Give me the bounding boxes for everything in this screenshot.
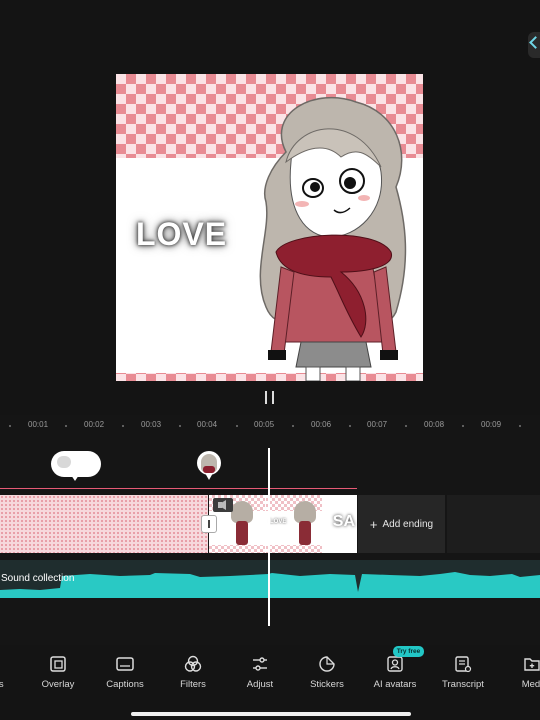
ruler-dot xyxy=(519,425,521,427)
audio-track[interactable] xyxy=(0,560,540,598)
clip-end-text: SA xyxy=(332,513,355,530)
adjust-icon xyxy=(251,655,269,673)
toolbar-item-ai-avatars[interactable]: AI avatars xyxy=(360,655,430,690)
sheep-sticker-icon xyxy=(57,456,71,468)
transition-icon xyxy=(208,520,210,528)
toolbar-item-label: Filters xyxy=(180,679,206,690)
ruler-label: 00:09 xyxy=(481,420,502,429)
toolbar-item-label: ts xyxy=(0,679,4,690)
video-clip-1[interactable] xyxy=(0,495,208,553)
ruler-dot xyxy=(179,425,181,427)
ruler-label: 00:01 xyxy=(28,420,49,429)
toolbar-item-transcript[interactable]: Transcript xyxy=(428,655,498,690)
thumb-text: LOVE xyxy=(270,519,287,525)
ruler-label: 00:04 xyxy=(197,420,218,429)
thumb-body xyxy=(236,521,248,545)
sticker-keyframe-cloud[interactable] xyxy=(51,451,101,481)
mute-clip-button[interactable] xyxy=(213,498,233,512)
toolbar-item-label: Medi xyxy=(521,679,540,690)
plus-icon: + xyxy=(369,516,378,532)
ruler-dot xyxy=(462,425,464,427)
video-preview[interactable]: LOVE xyxy=(116,74,423,381)
pause-icon xyxy=(265,391,267,404)
audio-track-label: Sound collection xyxy=(1,573,75,584)
toolbar-item-label: AI avatars xyxy=(373,679,417,690)
filters-icon xyxy=(184,655,202,673)
add-ending-label: Add ending xyxy=(382,518,434,530)
clip-thumbnail: LOVE xyxy=(266,495,322,553)
thumb-body xyxy=(299,521,311,545)
pause-icon-bar xyxy=(272,391,274,404)
timeline-empty-slot xyxy=(447,495,540,553)
audio-waveform xyxy=(0,572,540,598)
overlay-icon xyxy=(49,655,67,673)
toolbar-item-label: Captions xyxy=(106,679,144,690)
ruler-label: 00:03 xyxy=(141,420,162,429)
captions-icon xyxy=(116,655,134,673)
ruler-label: 00:06 xyxy=(311,420,332,429)
home-indicator[interactable] xyxy=(131,712,411,716)
thumb-hair xyxy=(231,501,253,523)
toolbar-item-label: Overlay xyxy=(41,679,75,690)
media-icon xyxy=(523,655,540,673)
add-ending-button[interactable]: + Add ending xyxy=(358,495,445,553)
panel-collapse-button[interactable] xyxy=(528,32,540,58)
ruler-dot xyxy=(405,425,407,427)
bottom-toolbar: ts Overlay Captions Filters Adjust Stick… xyxy=(0,645,540,695)
avatar-scarf xyxy=(203,466,215,473)
toolbar-item-filters[interactable]: Filters xyxy=(158,655,228,690)
toolbar-item-overlay[interactable]: Overlay xyxy=(23,655,93,690)
try-free-badge: Try free xyxy=(393,646,424,657)
toolbar-item-captions[interactable]: Captions xyxy=(90,655,160,690)
ruler-dot xyxy=(122,425,124,427)
toolbar-item-label: Stickers xyxy=(310,679,344,690)
toolbar-item-label: Transcript xyxy=(442,679,484,690)
ruler-label: 00:02 xyxy=(84,420,105,429)
thumb-hair xyxy=(294,501,316,523)
ruler-label: 00:08 xyxy=(424,420,445,429)
toolbar-item-label: Adjust xyxy=(246,679,274,690)
pause-button[interactable] xyxy=(263,391,277,405)
toolbar-item-adjust[interactable]: Adjust xyxy=(225,655,295,690)
character-illustration xyxy=(259,96,407,381)
ruler-dot xyxy=(236,425,238,427)
ruler-label: 00:05 xyxy=(254,420,275,429)
ai-avatar-icon xyxy=(386,655,404,673)
ruler-dot xyxy=(65,425,67,427)
chevron-left-icon xyxy=(529,36,540,49)
ruler-dot xyxy=(292,425,294,427)
preview-overlay-text: LOVE xyxy=(136,216,228,252)
top-bar xyxy=(0,0,540,64)
playhead[interactable] xyxy=(268,448,270,626)
toolbar-item-media[interactable]: Medi xyxy=(497,655,540,690)
stickers-icon xyxy=(318,655,336,673)
time-ruler[interactable]: 00:01 00:02 00:03 00:04 00:05 00:06 00:0… xyxy=(0,420,540,434)
transition-button[interactable] xyxy=(201,515,217,533)
ruler-dot xyxy=(349,425,351,427)
ruler-dot xyxy=(9,425,11,427)
toolbar-item-stickers[interactable]: Stickers xyxy=(292,655,362,690)
selection-line xyxy=(0,488,357,489)
sticker-keyframe-avatar[interactable] xyxy=(197,451,221,475)
ruler-label: 00:07 xyxy=(367,420,388,429)
transcript-icon xyxy=(454,655,472,673)
text-icon xyxy=(0,655,9,673)
